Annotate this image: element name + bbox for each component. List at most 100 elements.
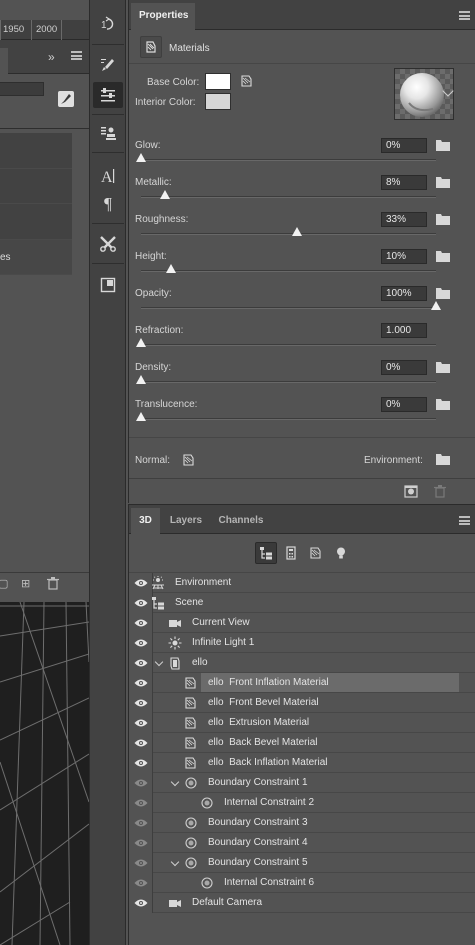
materials-icon[interactable]: [140, 36, 162, 58]
base-color-swatch[interactable]: [205, 73, 231, 90]
materials-filter-icon[interactable]: [305, 542, 327, 564]
visibility-eye-icon[interactable]: [134, 777, 148, 789]
param-slider-thumb[interactable]: [136, 153, 146, 162]
tree-row[interactable]: Boundary Constraint 5: [129, 853, 475, 873]
load-material-icon[interactable]: [404, 485, 418, 501]
tree-row[interactable]: Boundary Constraint 3: [129, 813, 475, 833]
tree-row[interactable]: ello Back Inflation Material: [129, 753, 475, 773]
param-value-input[interactable]: 0%: [381, 397, 427, 412]
list-item[interactable]: [0, 169, 72, 204]
panel-menu-icon[interactable]: [459, 516, 470, 525]
visibility-eye-icon[interactable]: [134, 837, 148, 849]
param-slider-thumb[interactable]: [136, 412, 146, 421]
tree-row[interactable]: Default Camera: [129, 893, 475, 913]
list-item[interactable]: [0, 133, 72, 169]
folder-icon[interactable]: [436, 454, 450, 465]
param-value-input[interactable]: 0%: [381, 360, 427, 375]
param-value-input[interactable]: 1.000: [381, 323, 427, 338]
tree-row[interactable]: ello: [129, 653, 475, 673]
param-slider-track[interactable]: [141, 270, 436, 272]
folder-icon[interactable]: [436, 399, 450, 410]
tree-row[interactable]: Current View: [129, 613, 475, 633]
param-slider-thumb[interactable]: [292, 227, 303, 236]
param-slider-track[interactable]: [141, 344, 436, 346]
param-slider-thumb[interactable]: [165, 264, 176, 273]
brush-settings-icon[interactable]: [93, 52, 123, 78]
folder-icon[interactable]: [436, 288, 450, 299]
chevron-down-icon[interactable]: [170, 777, 180, 787]
visibility-eye-icon[interactable]: [134, 797, 148, 809]
expand-panels-icon[interactable]: »: [48, 50, 55, 64]
texture-edit-icon[interactable]: [240, 74, 254, 88]
history-icon[interactable]: 1: [93, 11, 123, 37]
navigator-icon[interactable]: [93, 272, 123, 298]
param-slider-thumb[interactable]: [431, 301, 441, 310]
tool-presets-icon[interactable]: [93, 231, 123, 257]
tree-row[interactable]: Boundary Constraint 1: [129, 773, 475, 793]
clone-source-icon[interactable]: [93, 120, 123, 146]
param-value-input[interactable]: 10%: [381, 249, 427, 264]
param-slider-thumb[interactable]: [159, 190, 170, 199]
param-slider-track[interactable]: [141, 307, 436, 309]
param-slider-thumb[interactable]: [136, 338, 146, 347]
param-slider-track[interactable]: [141, 381, 436, 383]
param-slider-track[interactable]: [141, 418, 436, 420]
brush-tool-icon[interactable]: [58, 91, 74, 107]
new-item-icon[interactable]: ⊞: [21, 577, 30, 590]
tree-row[interactable]: Internal Constraint 6: [129, 873, 475, 893]
folder-icon[interactable]: [436, 251, 450, 262]
visibility-eye-icon[interactable]: [134, 577, 148, 589]
tree-row[interactable]: Environment: [129, 573, 475, 593]
meshes-filter-icon[interactable]: [280, 542, 302, 564]
visibility-eye-icon[interactable]: [134, 757, 148, 769]
param-value-input[interactable]: 100%: [381, 286, 427, 301]
link-icon[interactable]: ▢: [0, 577, 8, 590]
properties-panel-icon[interactable]: [93, 82, 123, 108]
panel-menu-icon[interactable]: [459, 11, 470, 20]
visibility-eye-icon[interactable]: [134, 857, 148, 869]
param-slider-track[interactable]: [141, 196, 436, 198]
tree-row[interactable]: ello Back Bevel Material: [129, 733, 475, 753]
param-slider-track[interactable]: [141, 159, 436, 161]
tree-row[interactable]: Infinite Light 1: [129, 633, 475, 653]
param-value-input[interactable]: 8%: [381, 175, 427, 190]
chevron-down-icon[interactable]: [154, 657, 164, 667]
paragraph-icon[interactable]: ¶: [93, 191, 123, 217]
interior-color-swatch[interactable]: [205, 93, 231, 110]
lights-filter-icon[interactable]: [330, 542, 352, 564]
visibility-eye-icon[interactable]: [134, 877, 148, 889]
list-item[interactable]: [0, 204, 72, 240]
visibility-eye-icon[interactable]: [134, 737, 148, 749]
trash-icon[interactable]: [434, 484, 446, 501]
whole-scene-filter-icon[interactable]: [255, 542, 277, 564]
chevron-down-icon[interactable]: [170, 857, 180, 867]
visibility-eye-icon[interactable]: [134, 677, 148, 689]
visibility-eye-icon[interactable]: [134, 637, 148, 649]
tree-row[interactable]: ello Front Bevel Material: [129, 693, 475, 713]
tree-row[interactable]: Internal Constraint 2: [129, 793, 475, 813]
tree-row[interactable]: ello Front Inflation Material: [129, 673, 475, 693]
trash-icon[interactable]: [47, 577, 59, 593]
left-input-field[interactable]: [0, 82, 44, 96]
character-icon[interactable]: A: [93, 163, 123, 189]
panel-menu-icon[interactable]: [71, 51, 82, 60]
folder-icon[interactable]: [436, 177, 450, 188]
visibility-eye-icon[interactable]: [134, 817, 148, 829]
visibility-eye-icon[interactable]: [134, 597, 148, 609]
tab-channels[interactable]: Channels: [212, 508, 270, 534]
normal-texture-icon[interactable]: [182, 453, 196, 467]
tab-layers[interactable]: Layers: [164, 508, 208, 534]
tab-3d[interactable]: 3D: [131, 508, 160, 534]
folder-icon[interactable]: [436, 362, 450, 373]
tree-row[interactable]: Boundary Constraint 4: [129, 833, 475, 853]
param-value-input[interactable]: 0%: [381, 138, 427, 153]
visibility-eye-icon[interactable]: [134, 657, 148, 669]
folder-icon[interactable]: [436, 140, 450, 151]
list-item[interactable]: es: [0, 239, 72, 275]
tree-row[interactable]: Scene: [129, 593, 475, 613]
3d-viewport[interactable]: [0, 602, 89, 945]
visibility-eye-icon[interactable]: [134, 617, 148, 629]
param-slider-thumb[interactable]: [136, 375, 146, 384]
visibility-eye-icon[interactable]: [134, 697, 148, 709]
folder-icon[interactable]: [436, 214, 450, 225]
